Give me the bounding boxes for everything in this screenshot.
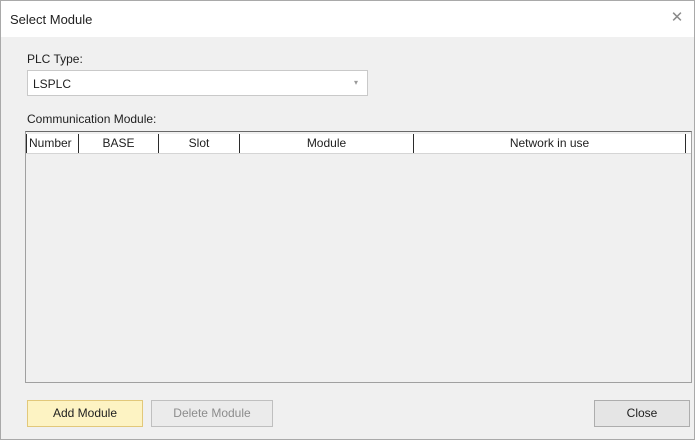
communication-module-list[interactable]: Number BASE Slot Module Network in use bbox=[25, 131, 692, 383]
title-bar: Select Module ✕ bbox=[1, 1, 694, 37]
plc-type-value: LSPLC bbox=[33, 77, 72, 91]
communication-module-label: Communication Module: bbox=[27, 112, 157, 126]
close-button[interactable]: Close bbox=[594, 400, 690, 427]
select-module-dialog: Select Module ✕ PLC Type: LSPLC ▾ Commun… bbox=[0, 0, 695, 440]
column-header-module[interactable]: Module bbox=[240, 134, 414, 153]
add-module-button[interactable]: Add Module bbox=[27, 400, 143, 427]
close-icon[interactable]: ✕ bbox=[667, 8, 687, 28]
column-header-network-in-use[interactable]: Network in use bbox=[414, 134, 686, 153]
plc-type-label: PLC Type: bbox=[27, 52, 83, 66]
dialog-title: Select Module bbox=[10, 12, 93, 27]
delete-module-button[interactable]: Delete Module bbox=[151, 400, 273, 427]
column-header-number[interactable]: Number bbox=[26, 134, 79, 153]
column-header-slot[interactable]: Slot bbox=[159, 134, 240, 153]
list-header: Number BASE Slot Module Network in use bbox=[26, 134, 691, 154]
plc-type-select[interactable]: LSPLC ▾ bbox=[27, 70, 368, 96]
chevron-down-icon[interactable]: ▾ bbox=[344, 71, 367, 95]
column-header-base[interactable]: BASE bbox=[79, 134, 159, 153]
